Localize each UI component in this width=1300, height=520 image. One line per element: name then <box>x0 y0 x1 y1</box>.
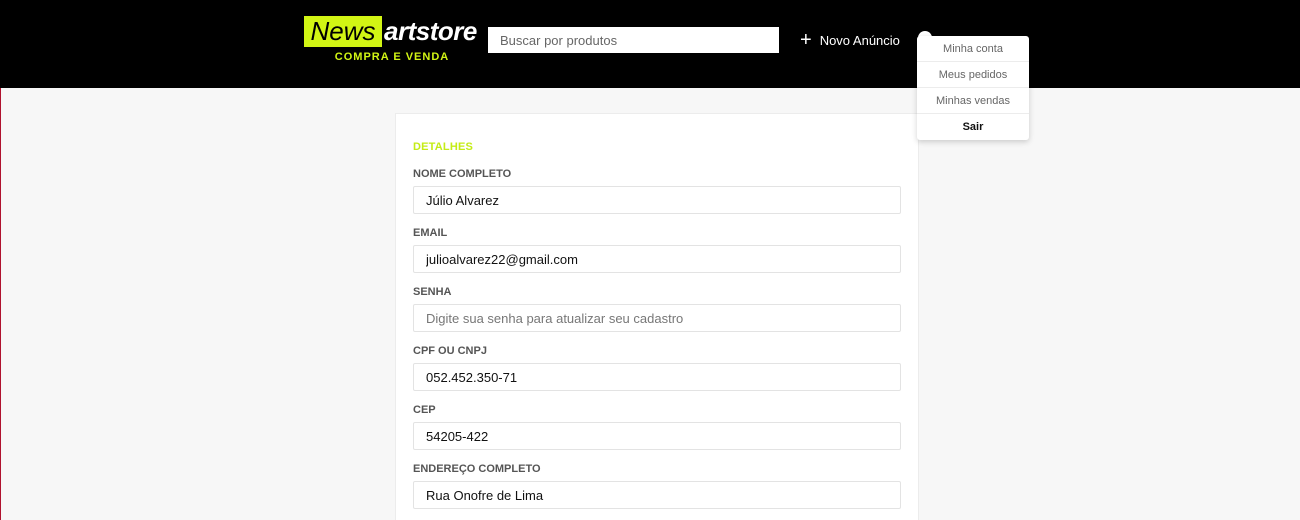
cep-field[interactable] <box>413 422 901 450</box>
new-ad-button[interactable]: + Novo Anúncio <box>800 30 900 50</box>
password-label: SENHA <box>413 286 452 298</box>
logo-artstore-part: artstore <box>384 16 477 46</box>
menu-item-my-orders[interactable]: Meus pedidos <box>917 62 1029 88</box>
menu-item-logout[interactable]: Sair <box>917 114 1029 140</box>
menu-item-my-account[interactable]: Minha conta <box>917 36 1029 62</box>
top-header: News artstore COMPRA E VENDA + Novo Anún… <box>0 0 1300 88</box>
full-name-field[interactable] <box>413 186 901 214</box>
plus-icon: + <box>800 29 812 51</box>
menu-item-my-sales[interactable]: Minhas vendas <box>917 88 1029 114</box>
password-field[interactable] <box>413 304 901 332</box>
logo-news-part: News <box>304 16 382 47</box>
address-field[interactable] <box>413 481 901 509</box>
address-label: ENDEREÇO COMPLETO <box>413 463 541 475</box>
cep-label: CEP <box>413 404 436 416</box>
site-logo[interactable]: News artstore COMPRA E VENDA <box>304 16 482 66</box>
email-field[interactable] <box>413 245 901 273</box>
search-input[interactable] <box>488 27 779 53</box>
cpf-cnpj-label: CPF OU CNPJ <box>413 345 487 357</box>
account-dropdown-menu: Minha conta Meus pedidos Minhas vendas S… <box>917 36 1029 140</box>
page-left-edge <box>0 88 1 520</box>
email-label: EMAIL <box>413 227 448 239</box>
full-name-label: NOME COMPLETO <box>413 168 512 180</box>
section-title: DETALHES <box>413 141 474 153</box>
profile-details-card: DETALHES NOME COMPLETO EMAIL SENHA CPF O… <box>395 113 919 520</box>
cpf-cnpj-field[interactable] <box>413 363 901 391</box>
logo-tagline: COMPRA E VENDA <box>334 51 450 63</box>
new-ad-label: Novo Anúncio <box>819 32 900 48</box>
